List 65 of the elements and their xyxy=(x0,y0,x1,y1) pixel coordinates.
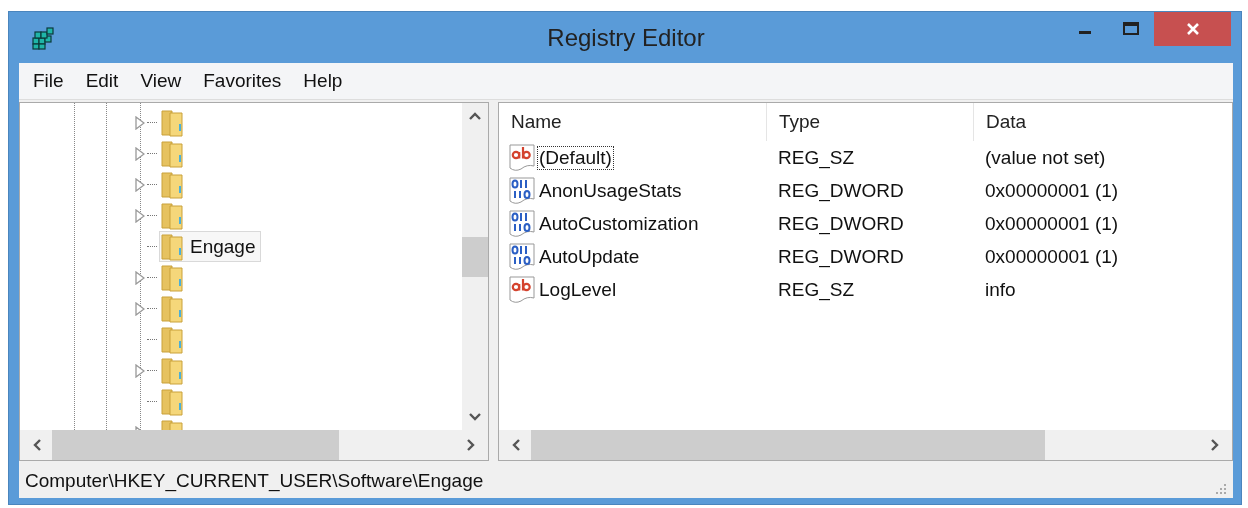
scroll-left-icon[interactable] xyxy=(32,438,42,452)
column-header[interactable]: Type xyxy=(767,103,974,141)
menu-item[interactable]: File xyxy=(23,68,74,94)
value-data: info xyxy=(984,278,1017,301)
binary-value-icon xyxy=(509,242,535,271)
window-title: Registry Editor xyxy=(547,24,705,52)
value-name[interactable]: AutoCustomization xyxy=(537,211,701,236)
column-header[interactable]: Data xyxy=(974,103,1232,141)
expand-arrow-icon[interactable] xyxy=(135,146,145,161)
expand-arrow-icon[interactable] xyxy=(135,363,145,378)
value-type: REG_SZ xyxy=(777,146,856,169)
folder-icon xyxy=(160,232,184,261)
expand-arrow-icon[interactable] xyxy=(135,301,145,316)
value-name[interactable]: (Default) xyxy=(537,145,614,170)
value-type: REG_DWORD xyxy=(777,245,905,268)
value-name[interactable]: AnonUsageStats xyxy=(537,178,684,203)
menu-item[interactable]: Favorites xyxy=(193,68,292,94)
resize-grip-icon[interactable] xyxy=(1215,483,1227,495)
menu-item[interactable]: Help xyxy=(293,68,353,94)
close-icon xyxy=(1184,21,1201,37)
value-data: (value not set) xyxy=(984,146,1107,169)
folder-icon xyxy=(160,170,184,199)
scroll-thumb[interactable] xyxy=(531,430,1045,460)
binary-value-icon xyxy=(509,176,535,205)
folder-icon xyxy=(160,201,184,230)
menu-item[interactable]: View xyxy=(130,68,192,94)
value-data: 0x00000001 (1) xyxy=(984,179,1120,202)
horizontal-scrollbar[interactable] xyxy=(20,430,488,460)
text-value-icon xyxy=(509,275,535,304)
expand-arrow-icon[interactable] xyxy=(135,115,145,130)
folder-icon xyxy=(160,294,184,323)
scroll-up-icon[interactable] xyxy=(468,111,482,121)
expand-arrow-icon[interactable] xyxy=(135,177,145,192)
scroll-down-icon[interactable] xyxy=(468,412,482,422)
scroll-right-icon[interactable] xyxy=(466,438,476,452)
scroll-left-icon[interactable] xyxy=(511,438,521,452)
value-name[interactable]: AutoUpdate xyxy=(537,244,642,269)
folder-icon xyxy=(160,139,184,168)
value-name[interactable]: LogLevel xyxy=(537,277,619,302)
expand-arrow-icon[interactable] xyxy=(135,270,145,285)
folder-icon xyxy=(160,325,184,354)
tree-node[interactable]: Engage xyxy=(159,231,261,262)
folder-icon xyxy=(160,108,184,137)
menu-item[interactable]: Edit xyxy=(75,68,129,94)
status-path: Computer\HKEY_CURRENT_USER\Software\Engage xyxy=(25,470,484,492)
scroll-thumb[interactable] xyxy=(52,430,339,460)
folder-icon xyxy=(160,387,184,416)
close-button[interactable] xyxy=(1154,12,1231,46)
folder-icon xyxy=(160,263,184,292)
value-data: 0x00000001 (1) xyxy=(984,212,1120,235)
value-data: 0x00000001 (1) xyxy=(984,245,1120,268)
value-type: REG_DWORD xyxy=(777,212,905,235)
cubes-icon xyxy=(31,24,57,51)
text-value-icon xyxy=(509,143,535,172)
column-header[interactable]: Name xyxy=(499,103,767,141)
expand-arrow-icon[interactable] xyxy=(135,208,145,223)
folder-icon xyxy=(160,356,184,385)
value-type: REG_SZ xyxy=(777,278,856,301)
vertical-scrollbar[interactable] xyxy=(462,103,488,430)
binary-value-icon xyxy=(509,209,535,238)
value-type: REG_DWORD xyxy=(777,179,905,202)
minimize-icon xyxy=(1079,30,1091,34)
scroll-thumb[interactable] xyxy=(462,237,488,277)
scroll-right-icon[interactable] xyxy=(1210,438,1220,452)
maximize-icon xyxy=(1122,21,1140,37)
